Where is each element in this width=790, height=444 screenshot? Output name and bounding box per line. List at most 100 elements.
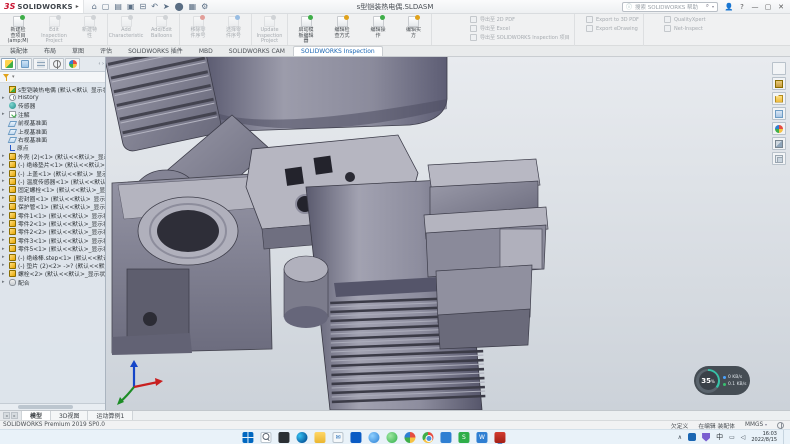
select-balloons-button[interactable]: 选择零 件序号 xyxy=(216,14,252,45)
tab-dimxpert[interactable] xyxy=(49,58,64,70)
undo-icon[interactable]: ↶ xyxy=(151,2,158,12)
status-globe-icon[interactable] xyxy=(777,422,784,429)
tree-item[interactable]: ▸ 右视基准面 xyxy=(2,135,105,143)
logo-flyout-icon[interactable]: ▸ xyxy=(76,3,79,10)
tree-item[interactable]: ▸ 前视基准面 xyxy=(2,119,105,127)
tree-item[interactable]: ▸ 注解 xyxy=(2,110,105,118)
tree-item[interactable]: ▸ 上视基准面 xyxy=(2,127,105,135)
mail-icon[interactable]: ✉ xyxy=(332,432,343,443)
export-link[interactable]: Export eDrawing xyxy=(586,25,639,32)
help-icon[interactable]: ? xyxy=(737,3,747,11)
solidworks-taskbar-icon[interactable] xyxy=(494,432,505,443)
tree-item[interactable]: ▸ 密封圈<1> (默认<<默认>_显示状 xyxy=(2,194,105,202)
restore-icon[interactable]: ▢ xyxy=(763,3,773,11)
resources-home-icon[interactable] xyxy=(772,62,786,75)
edge-icon[interactable] xyxy=(296,432,307,443)
edit-supplier-button[interactable]: 编辑实 方 xyxy=(396,14,432,45)
appearances-icon[interactable] xyxy=(772,122,786,135)
pane-tab[interactable]: 运动算例1 xyxy=(88,411,133,420)
tree-item[interactable]: ▸ (-) 垫片 (2)<2> ->? (默认<<默认> xyxy=(2,261,105,269)
pane-tab[interactable]: 3D视图 xyxy=(51,411,88,420)
pane-nav-right-icon[interactable]: ▸ xyxy=(11,412,18,419)
new-document-icon[interactable]: ▢ xyxy=(102,2,110,12)
export-link[interactable]: 导出至 2D PDF xyxy=(470,16,570,23)
ime-indicator[interactable]: 中 xyxy=(716,432,723,442)
graphics-viewport[interactable] xyxy=(0,57,790,410)
browser-360-icon[interactable] xyxy=(404,432,415,443)
expand-icon[interactable]: ▸ xyxy=(2,278,7,286)
scrollbar-thumb[interactable] xyxy=(18,405,73,409)
add-edit-balloons-button[interactable]: Add/Edit Balloons xyxy=(144,14,180,45)
expand-icon[interactable]: ▸ xyxy=(2,177,7,185)
tree-item[interactable]: ▸ 螺栓<2> (默认<<默认>_显示状态 xyxy=(2,270,105,278)
security-shield-icon[interactable] xyxy=(702,433,710,442)
messenger-icon[interactable] xyxy=(386,432,397,443)
tree-item[interactable]: ▸ (-) 温度传感器<1> (默认<<默认>_ xyxy=(2,177,105,185)
tray-chevron-icon[interactable]: ∧ xyxy=(678,434,682,441)
edit-inspection-project-button[interactable]: Edit Inspection Project xyxy=(36,14,72,45)
command-tab[interactable]: MBD xyxy=(191,46,221,56)
custom-properties-icon[interactable] xyxy=(772,152,786,165)
edit-inspection-method-button[interactable]: 编辑检 查方式 xyxy=(324,14,360,45)
tree-item[interactable]: ▸ (-) 绝缘垫片<1> (默认<<默认>_显 xyxy=(2,161,105,169)
file-explorer-icon[interactable] xyxy=(314,432,325,443)
export-link[interactable]: 导出至 Excel xyxy=(470,25,570,32)
pane-nav-left-icon[interactable]: ◂ xyxy=(3,412,10,419)
panel-tab-arrows[interactable]: ‹ › xyxy=(98,61,104,67)
display-settings-icon[interactable]: ▦ xyxy=(189,2,197,12)
search-button[interactable] xyxy=(260,432,271,443)
export-link[interactable]: Net-Inspect xyxy=(664,25,706,32)
store-icon[interactable] xyxy=(350,432,361,443)
expand-icon[interactable]: ▸ xyxy=(2,94,7,102)
expand-icon[interactable]: ▸ xyxy=(2,211,7,219)
open-document-icon[interactable]: ▤ xyxy=(114,2,122,12)
network-icon[interactable]: ▭ xyxy=(729,434,735,441)
tree-item[interactable]: ▸ 零件2<2> (默认<<默认>_显示状 xyxy=(2,228,105,236)
expand-icon[interactable]: ▸ xyxy=(2,219,7,227)
weather-icon[interactable] xyxy=(368,432,379,443)
search-caret-icon[interactable]: ▾ xyxy=(712,4,714,9)
save-icon[interactable]: ▣ xyxy=(127,2,135,12)
expand-icon[interactable]: ▸ xyxy=(2,194,7,202)
system-monitor-overlay[interactable]: 35 % 0 KB/s 0.1 KB/s xyxy=(694,366,750,395)
tab-property-manager[interactable] xyxy=(17,58,32,70)
filter-caret-icon[interactable]: ▾ xyxy=(12,74,15,80)
search-input[interactable]: ⓘ 搜索 SOLIDWORKS 帮助 ⌕ ▾ xyxy=(622,2,718,12)
new-inspection-project-button[interactable]: 新建检 查项目 (amp;M) xyxy=(0,14,36,45)
tree-item[interactable]: ▸ History xyxy=(2,93,105,101)
export-link[interactable]: QualityXpert xyxy=(664,16,706,23)
add-characteristic-button[interactable]: Add Characteristic xyxy=(108,14,144,45)
filter-funnel-icon[interactable] xyxy=(3,74,10,81)
tab-feature-tree[interactable] xyxy=(1,58,16,70)
expand-icon[interactable]: ▸ xyxy=(2,253,7,261)
panel-horizontal-scrollbar[interactable] xyxy=(0,403,105,410)
rebuild-icon[interactable]: ⬤ xyxy=(175,2,184,12)
select-arrow-icon[interactable]: ➤ xyxy=(163,2,170,12)
file-explorer-icon[interactable] xyxy=(772,92,786,105)
tree-item[interactable]: ▸ 零件1<1> (默认<<默认>_显示状态 xyxy=(2,211,105,219)
expand-icon[interactable]: ▸ xyxy=(2,152,7,160)
close-icon[interactable]: ✕ xyxy=(776,3,786,11)
tree-item[interactable]: ▸ 固定螺栓<1> (默认<<默认>_显示 xyxy=(2,186,105,194)
new-characteristic-button[interactable]: 新建特 性 xyxy=(72,14,108,45)
expand-icon[interactable]: ▸ xyxy=(2,161,7,169)
scenes-icon[interactable] xyxy=(772,137,786,150)
show-desktop-button[interactable] xyxy=(783,430,786,444)
expand-icon[interactable]: ▸ xyxy=(2,245,7,253)
tree-item[interactable]: ▸ 原点 xyxy=(2,144,105,152)
search-icon[interactable]: ⌕ xyxy=(706,3,709,10)
edit-operation-button[interactable]: 编辑操 作 xyxy=(360,14,396,45)
app-s-icon[interactable]: S xyxy=(458,432,469,443)
home-icon[interactable]: ⌂ xyxy=(92,2,97,12)
command-tab[interactable]: SOLIDWORKS Inspection xyxy=(293,46,383,56)
expand-icon[interactable]: ▸ xyxy=(2,203,7,211)
status-units[interactable]: MMGS ▾ xyxy=(745,422,767,428)
tree-item[interactable]: ▸ s型铠装热电偶 (默认<默认_显示状态-1 xyxy=(2,85,105,93)
remove-balloons-button[interactable]: 移除零 件序号 xyxy=(180,14,216,45)
expand-icon[interactable]: ▸ xyxy=(2,261,7,269)
speaker-icon[interactable]: ◁ xyxy=(741,434,746,441)
tree-item[interactable]: ▸ 传感器 xyxy=(2,102,105,110)
update-inspection-project-button[interactable]: Update Inspection Project xyxy=(252,14,288,45)
view-palette-icon[interactable] xyxy=(772,107,786,120)
launch-template-editor-button[interactable]: 启动模 板编辑 器 xyxy=(288,14,324,45)
